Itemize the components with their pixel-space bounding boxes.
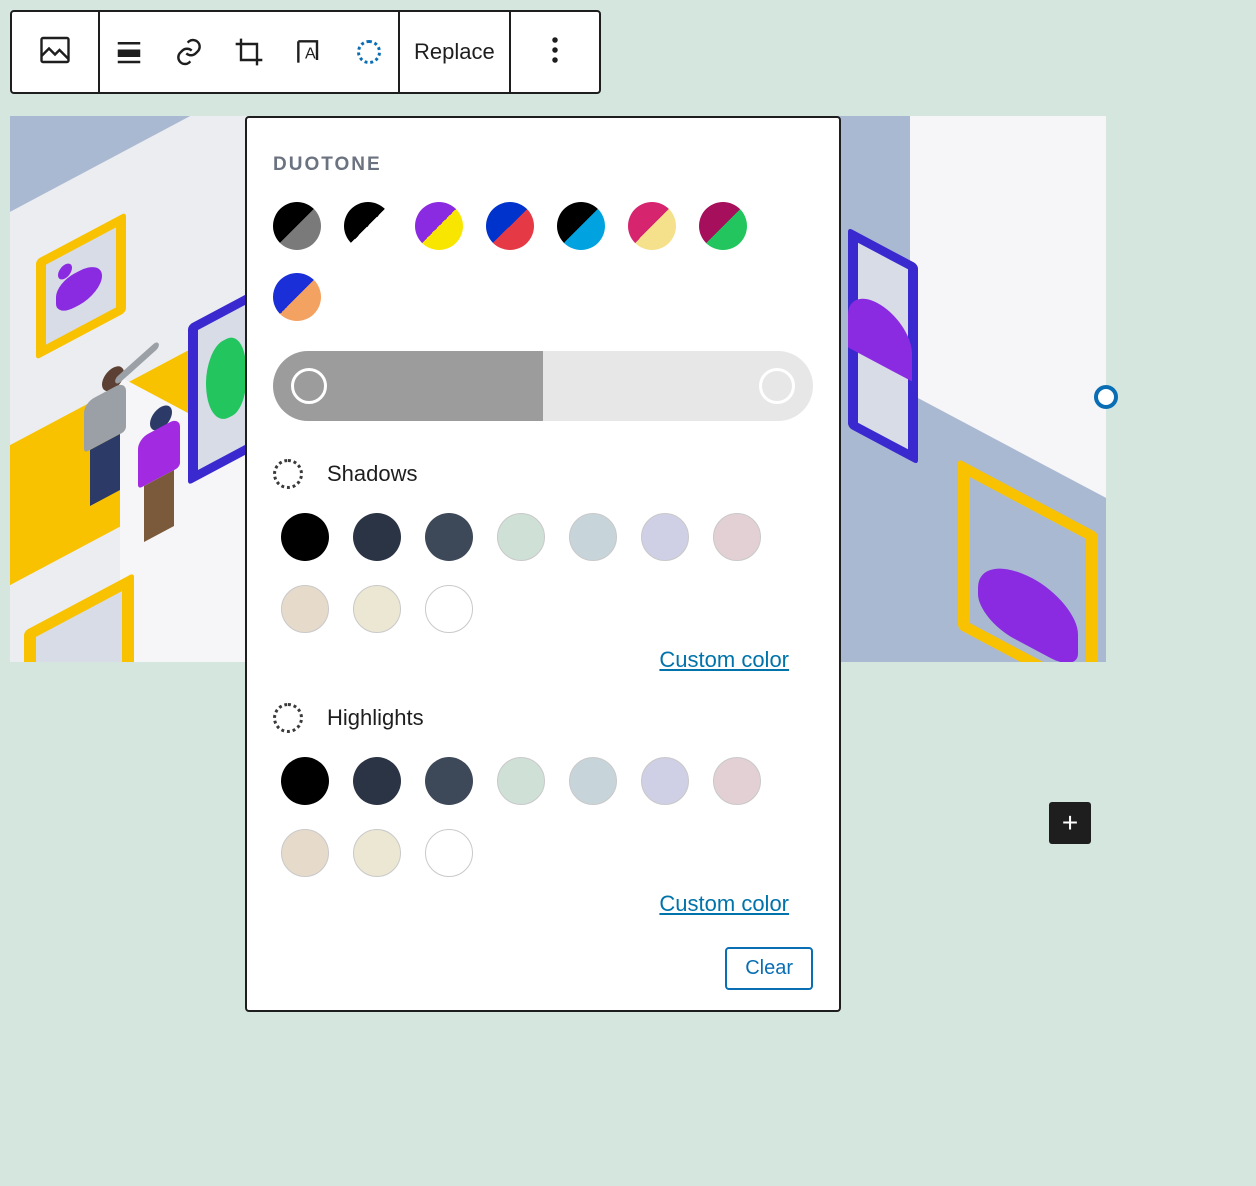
shadows-swatch-9[interactable] (425, 585, 473, 633)
duotone-preset-blue-orange[interactable] (263, 263, 331, 331)
crop-button[interactable] (232, 35, 266, 69)
popover-title: DUOTONE (273, 154, 813, 176)
text-overlay-button[interactable]: A (292, 35, 326, 69)
duotone-preset-magenta-yellow[interactable] (618, 192, 686, 260)
replace-label: Replace (414, 39, 495, 65)
highlights-swatch-2[interactable] (425, 757, 473, 805)
duotone-preset-dark-grayscale[interactable] (263, 192, 331, 260)
highlights-swatch-7[interactable] (281, 829, 329, 877)
shadows-swatch-1[interactable] (353, 513, 401, 561)
highlights-swatch-9[interactable] (425, 829, 473, 877)
duotone-preset-purple-yellow[interactable] (405, 192, 473, 260)
highlights-indicator-icon (273, 703, 303, 733)
link-button[interactable] (172, 35, 206, 69)
shadows-swatch-8[interactable] (353, 585, 401, 633)
resize-handle-right[interactable] (1094, 385, 1118, 409)
highlights-label: Highlights (327, 705, 424, 731)
highlights-swatch-3[interactable] (497, 757, 545, 805)
highlights-swatch-1[interactable] (353, 757, 401, 805)
gradient-stop-highlight[interactable] (759, 368, 795, 404)
highlights-heading: Highlights (273, 703, 813, 733)
plus-icon: + (1062, 809, 1078, 837)
shadows-swatch-2[interactable] (425, 513, 473, 561)
duotone-popover: DUOTONE Shadows Custom color Highlights … (245, 116, 841, 1012)
highlights-swatch-4[interactable] (569, 757, 617, 805)
replace-button[interactable]: Replace (400, 12, 511, 92)
toolbar-group: A (100, 12, 400, 92)
clear-button[interactable]: Clear (725, 947, 813, 990)
shadows-swatch-5[interactable] (641, 513, 689, 561)
highlights-palette (273, 757, 793, 877)
highlights-swatch-0[interactable] (281, 757, 329, 805)
duotone-button[interactable] (352, 35, 386, 69)
highlights-custom-color-link[interactable]: Custom color (273, 891, 789, 917)
duotone-preset-blue-red[interactable] (476, 192, 544, 260)
align-button[interactable] (112, 35, 146, 69)
shadows-palette (273, 513, 793, 633)
highlights-swatch-5[interactable] (641, 757, 689, 805)
shadows-swatch-6[interactable] (713, 513, 761, 561)
duotone-presets (273, 202, 813, 321)
more-icon (551, 35, 559, 70)
add-block-button[interactable]: + (1049, 802, 1091, 844)
shadows-heading: Shadows (273, 459, 813, 489)
svg-text:A: A (305, 46, 316, 63)
highlights-swatch-6[interactable] (713, 757, 761, 805)
block-toolbar: A Replace (10, 10, 601, 94)
block-type-button[interactable] (12, 12, 100, 92)
duotone-icon (357, 40, 381, 64)
highlights-swatch-8[interactable] (353, 829, 401, 877)
duotone-preset-grayscale[interactable] (334, 192, 402, 260)
shadows-label: Shadows (327, 461, 418, 487)
shadows-swatch-3[interactable] (497, 513, 545, 561)
image-icon (37, 32, 73, 73)
duotone-preset-black-blue[interactable] (547, 192, 615, 260)
more-options-button[interactable] (511, 12, 599, 92)
duotone-preset-purple-green[interactable] (689, 192, 757, 260)
shadows-swatch-7[interactable] (281, 585, 329, 633)
shadows-custom-color-link[interactable]: Custom color (273, 647, 789, 673)
duotone-gradient-bar[interactable] (273, 351, 813, 421)
shadows-indicator-icon (273, 459, 303, 489)
shadows-swatch-4[interactable] (569, 513, 617, 561)
gradient-stop-shadow[interactable] (291, 368, 327, 404)
shadows-swatch-0[interactable] (281, 513, 329, 561)
